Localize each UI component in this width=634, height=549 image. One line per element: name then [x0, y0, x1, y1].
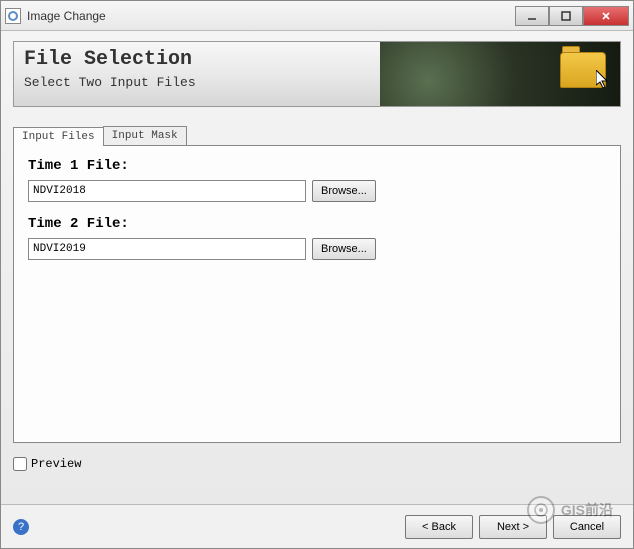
tab-panel: Time 1 File: Browse... Time 2 File: Brow…	[13, 145, 621, 443]
back-button[interactable]: < Back	[405, 515, 473, 539]
cancel-button[interactable]: Cancel	[553, 515, 621, 539]
header-banner-image	[380, 42, 620, 106]
time1-input[interactable]	[28, 180, 306, 202]
close-button[interactable]	[583, 6, 629, 26]
tab-input-files[interactable]: Input Files	[13, 127, 104, 146]
preview-label[interactable]: Preview	[31, 457, 81, 471]
preview-row: Preview	[13, 457, 621, 471]
dialog-window: Image Change File Selection Select Two I…	[0, 0, 634, 549]
app-icon	[5, 8, 21, 24]
help-icon[interactable]: ?	[13, 519, 29, 535]
next-button[interactable]: Next >	[479, 515, 547, 539]
wizard-header: File Selection Select Two Input Files	[13, 41, 621, 107]
titlebar[interactable]: Image Change	[1, 1, 633, 31]
minimize-button[interactable]	[515, 6, 549, 26]
wizard-footer: ? < Back Next > Cancel	[1, 504, 633, 548]
time1-label: Time 1 File:	[28, 158, 606, 174]
time1-browse-button[interactable]: Browse...	[312, 180, 376, 202]
window-buttons	[515, 6, 629, 26]
page-subtitle: Select Two Input Files	[24, 75, 196, 90]
cursor-icon	[596, 70, 612, 90]
time2-label: Time 2 File:	[28, 216, 606, 232]
tab-input-mask[interactable]: Input Mask	[103, 126, 187, 145]
time2-input[interactable]	[28, 238, 306, 260]
preview-checkbox[interactable]	[13, 457, 27, 471]
maximize-button[interactable]	[549, 6, 583, 26]
time2-browse-button[interactable]: Browse...	[312, 238, 376, 260]
content-area: File Selection Select Two Input Files In…	[1, 31, 633, 477]
tab-row: Input Files Input Mask	[13, 121, 621, 145]
window-title: Image Change	[27, 9, 515, 23]
page-title: File Selection	[24, 48, 196, 71]
